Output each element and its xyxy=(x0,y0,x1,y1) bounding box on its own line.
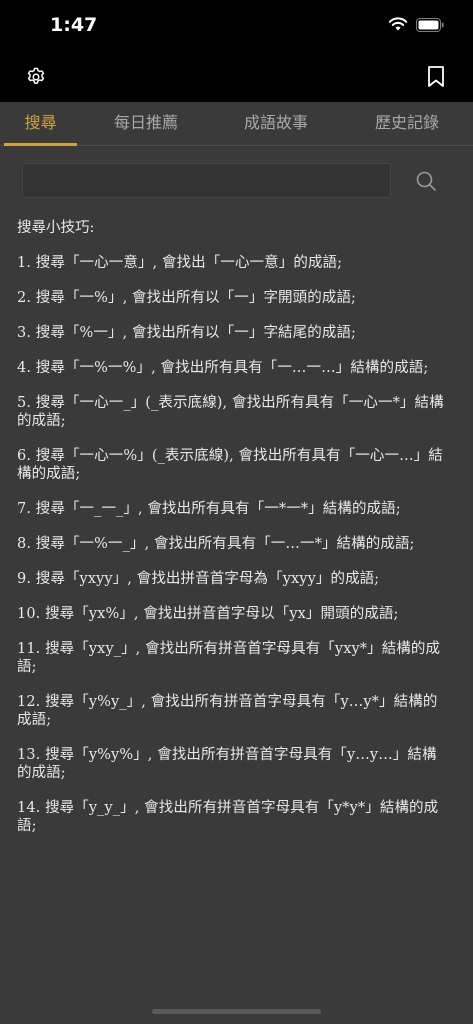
tip-item: 14. 搜尋「y_y_」, 會找出所有拼音首字母具有「y*y*」結構的成語; xyxy=(17,800,439,834)
tip-item: 10. 搜尋「yx%」, 會找出拼音首字母以「yx」開頭的成語; xyxy=(17,606,399,622)
bookmark-icon xyxy=(428,66,444,87)
bookmark-button[interactable] xyxy=(423,64,449,90)
settings-button[interactable] xyxy=(23,64,49,90)
tip-item: 13. 搜尋「y%y%」, 會找出所有拼音首字母具有「y…y…」結構的成語; xyxy=(17,747,437,781)
screen: 1:47 搜尋 每日推薦 成語故事 歷史記錄 搜尋小技巧: 1. 搜尋「一心一意… xyxy=(0,0,473,1024)
tab-daily-recommend[interactable]: 每日推薦 xyxy=(96,102,196,146)
search-button[interactable] xyxy=(413,168,439,194)
tip-item: 5. 搜尋「一心一_」(_表示底線), 會找出所有具有「一心一*」結構的成語; xyxy=(17,395,444,429)
tip-item: 6. 搜尋「一心一%」(_表示底線), 會找出所有具有「一心一…」結構的成語; xyxy=(17,448,443,482)
tab-idiom-stories[interactable]: 成語故事 xyxy=(226,102,326,146)
gear-icon xyxy=(27,67,45,84)
search-icon xyxy=(416,171,436,191)
search-tips: 搜尋小技巧: 1. 搜尋「一心一意」, 會找出「一心一意」的成語; 2. 搜尋「… xyxy=(17,218,447,852)
tip-item: 7. 搜尋「一_一_」, 會找出所有具有「一*一*」結構的成語; xyxy=(17,501,401,517)
tab-bar: 搜尋 每日推薦 成語故事 歷史記錄 xyxy=(0,102,473,146)
home-indicator[interactable] xyxy=(152,1009,321,1014)
tip-item: 11. 搜尋「yxy_」, 會找出所有拼音首字母具有「yxy*」結構的成語; xyxy=(17,641,441,675)
tip-item: 3. 搜尋「%一」, 會找出所有以「一」字結尾的成語; xyxy=(17,325,357,341)
tip-item: 1. 搜尋「一心一意」, 會找出「一心一意」的成語; xyxy=(17,255,343,271)
tips-title: 搜尋小技巧: xyxy=(17,220,95,236)
tab-search[interactable]: 搜尋 xyxy=(4,102,77,146)
tip-item: 12. 搜尋「y%y_」, 會找出所有拼音首字母具有「y…y*」結構的成語; xyxy=(17,694,438,728)
battery-icon xyxy=(416,17,445,36)
tab-history[interactable]: 歷史記錄 xyxy=(357,102,457,146)
top-bar: 1:47 xyxy=(0,0,473,102)
search-input[interactable] xyxy=(22,163,391,198)
active-tab-indicator xyxy=(4,143,77,146)
tip-item: 8. 搜尋「一%一_」, 會找出所有具有「一…一*」結構的成語; xyxy=(17,536,415,552)
tip-item: 9. 搜尋「yxyy」, 會找出拼音首字母為「yxyy」的成語; xyxy=(17,571,380,587)
status-icons xyxy=(388,17,445,36)
tip-item: 2. 搜尋「一%」, 會找出所有以「一」字開頭的成語; xyxy=(17,290,357,306)
tip-item: 4. 搜尋「一%一%」, 會找出所有具有「一…一…」結構的成語; xyxy=(17,360,429,376)
wifi-icon xyxy=(388,17,408,36)
status-time: 1:47 xyxy=(50,14,98,36)
